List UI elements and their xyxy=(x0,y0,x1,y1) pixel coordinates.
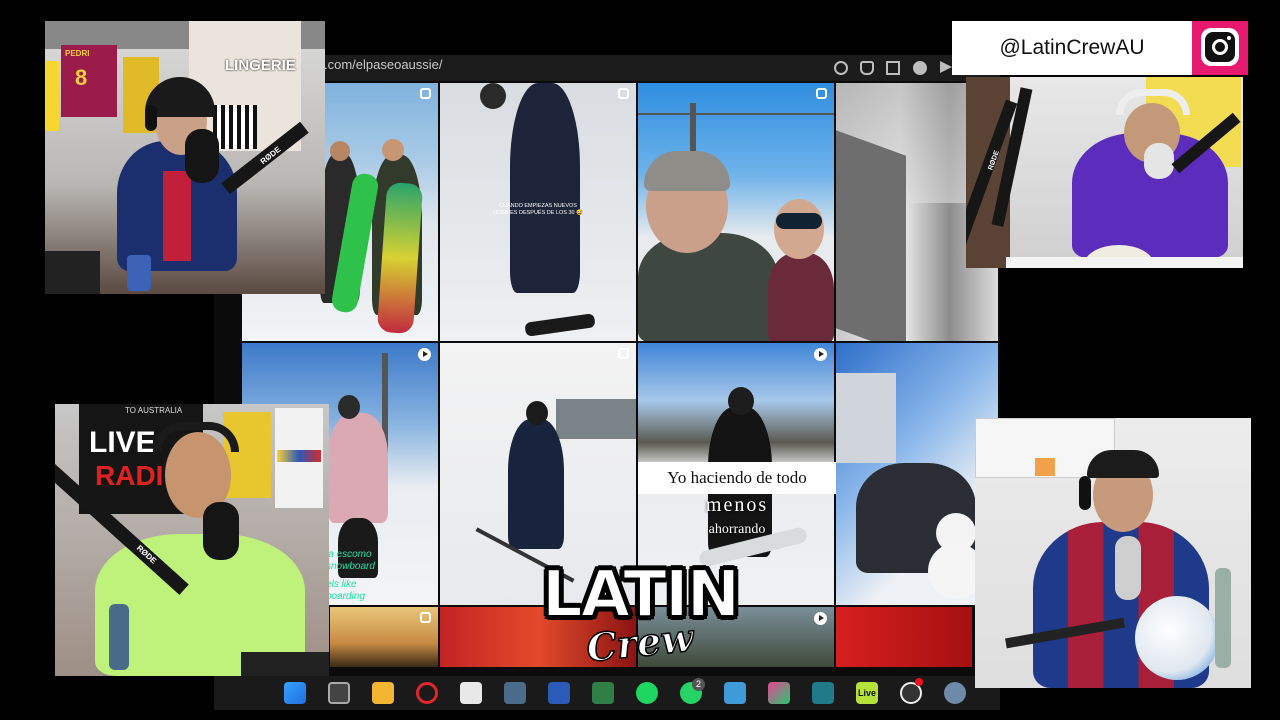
headphones xyxy=(1116,89,1190,115)
search-icon[interactable] xyxy=(834,61,848,75)
poster-text: LINGERIE xyxy=(225,57,296,74)
grid-tile-sunset[interactable] xyxy=(330,607,438,667)
calculator-icon[interactable] xyxy=(504,682,526,704)
tile-caption-line: boarding xyxy=(326,591,365,602)
person xyxy=(638,233,778,341)
grid-tile-red-foliage[interactable] xyxy=(836,607,972,667)
desk xyxy=(1006,257,1243,268)
windows-start-icon[interactable] xyxy=(284,682,306,704)
jersey xyxy=(223,412,271,498)
recording-dot xyxy=(915,678,923,686)
opera-icon[interactable] xyxy=(416,682,438,704)
play-icon xyxy=(418,348,431,361)
file-explorer-icon[interactable] xyxy=(372,682,394,704)
paint-icon[interactable] xyxy=(768,682,790,704)
tile-caption-line: menos xyxy=(705,494,769,516)
helmet xyxy=(526,401,548,425)
webcam-bottom-left: TO AUSTRALIA LIVE RADI RØDE xyxy=(55,404,329,676)
snowboard xyxy=(524,313,596,337)
crop-icon[interactable] xyxy=(886,61,900,75)
bus-window xyxy=(836,130,906,341)
settings-icon[interactable] xyxy=(944,682,966,704)
jersey-name: PEDRI xyxy=(65,49,90,58)
headphones xyxy=(153,422,239,452)
tile-caption-line: els like xyxy=(326,579,357,590)
building xyxy=(836,373,896,463)
beanie xyxy=(644,151,730,191)
bell-icon[interactable] xyxy=(860,61,874,75)
ski-lift-cable xyxy=(638,113,834,115)
carousel-icon xyxy=(618,348,629,359)
cap xyxy=(1087,450,1159,478)
headphones xyxy=(145,105,157,131)
bottle xyxy=(1215,568,1231,668)
jersey xyxy=(45,61,59,131)
carousel-icon xyxy=(420,88,431,99)
microphone xyxy=(1115,536,1141,600)
soccer-ball xyxy=(1135,596,1219,680)
social-handle: @LatinCrewAU xyxy=(999,36,1145,59)
helmet xyxy=(338,395,360,419)
webcam-bottom-right xyxy=(975,418,1251,688)
midi-controller xyxy=(241,652,329,676)
person xyxy=(768,253,834,341)
webcam-top-left: 8 PEDRI LINGERIE RØDE xyxy=(45,21,325,294)
grid-tile-group-snowman[interactable] xyxy=(836,343,998,605)
headphones xyxy=(1079,476,1091,510)
tile-caption-line: ahorrando xyxy=(708,522,766,537)
bottle xyxy=(109,604,129,670)
instagram-icon xyxy=(1201,28,1239,66)
person xyxy=(510,83,580,293)
send-icon[interactable] xyxy=(940,61,952,73)
face xyxy=(774,199,824,259)
tile-caption-box: Yo haciendo de todo xyxy=(638,462,836,494)
microphone xyxy=(185,129,219,183)
helmet xyxy=(480,83,506,109)
browser-url[interactable]: .com/elpaseoaussie/ xyxy=(324,57,443,72)
carousel-icon xyxy=(420,612,431,623)
banner-text: TO AUSTRALIA xyxy=(125,406,183,415)
person xyxy=(328,413,388,523)
energy-drink-can xyxy=(127,255,151,291)
face xyxy=(330,141,350,161)
snipping-tool-icon[interactable] xyxy=(460,682,482,704)
person xyxy=(508,419,564,549)
microphone xyxy=(203,502,239,560)
microphone xyxy=(1144,143,1174,179)
goggles xyxy=(776,213,822,229)
building xyxy=(556,399,636,439)
banner-text: LIVE xyxy=(89,426,156,459)
check-icon[interactable] xyxy=(913,61,927,75)
qr-code xyxy=(213,105,257,149)
midi-controller xyxy=(45,251,100,294)
play-icon xyxy=(814,612,827,625)
carousel-icon xyxy=(618,88,629,99)
tile-small-caption: CUANDO EMPIEZAS NUEVOS HOBBIES DESPUÉS D… xyxy=(493,203,583,216)
jersey-stripe xyxy=(163,171,191,261)
tile-caption-line: snowboard xyxy=(326,561,375,572)
banner-text: RADI xyxy=(95,460,164,491)
face xyxy=(382,139,404,161)
webcam-top-right: RØDE xyxy=(966,77,1243,268)
jersey-stripe xyxy=(277,450,321,462)
tile-caption-line: la escomo xyxy=(326,549,372,560)
task-view-icon[interactable] xyxy=(328,682,350,704)
helmet xyxy=(728,387,754,415)
grid-tile-snowboarder[interactable]: CUANDO EMPIEZAS NUEVOS HOBBIES DESPUÉS D… xyxy=(440,83,636,341)
sticky-note xyxy=(1035,458,1055,476)
grid-tile-selfie[interactable] xyxy=(638,83,834,341)
carousel-icon xyxy=(816,88,827,99)
jersey-number: 8 xyxy=(75,65,88,90)
play-icon xyxy=(814,348,827,361)
keyboard-icon[interactable] xyxy=(812,682,834,704)
live-icon[interactable]: Live xyxy=(856,682,878,704)
